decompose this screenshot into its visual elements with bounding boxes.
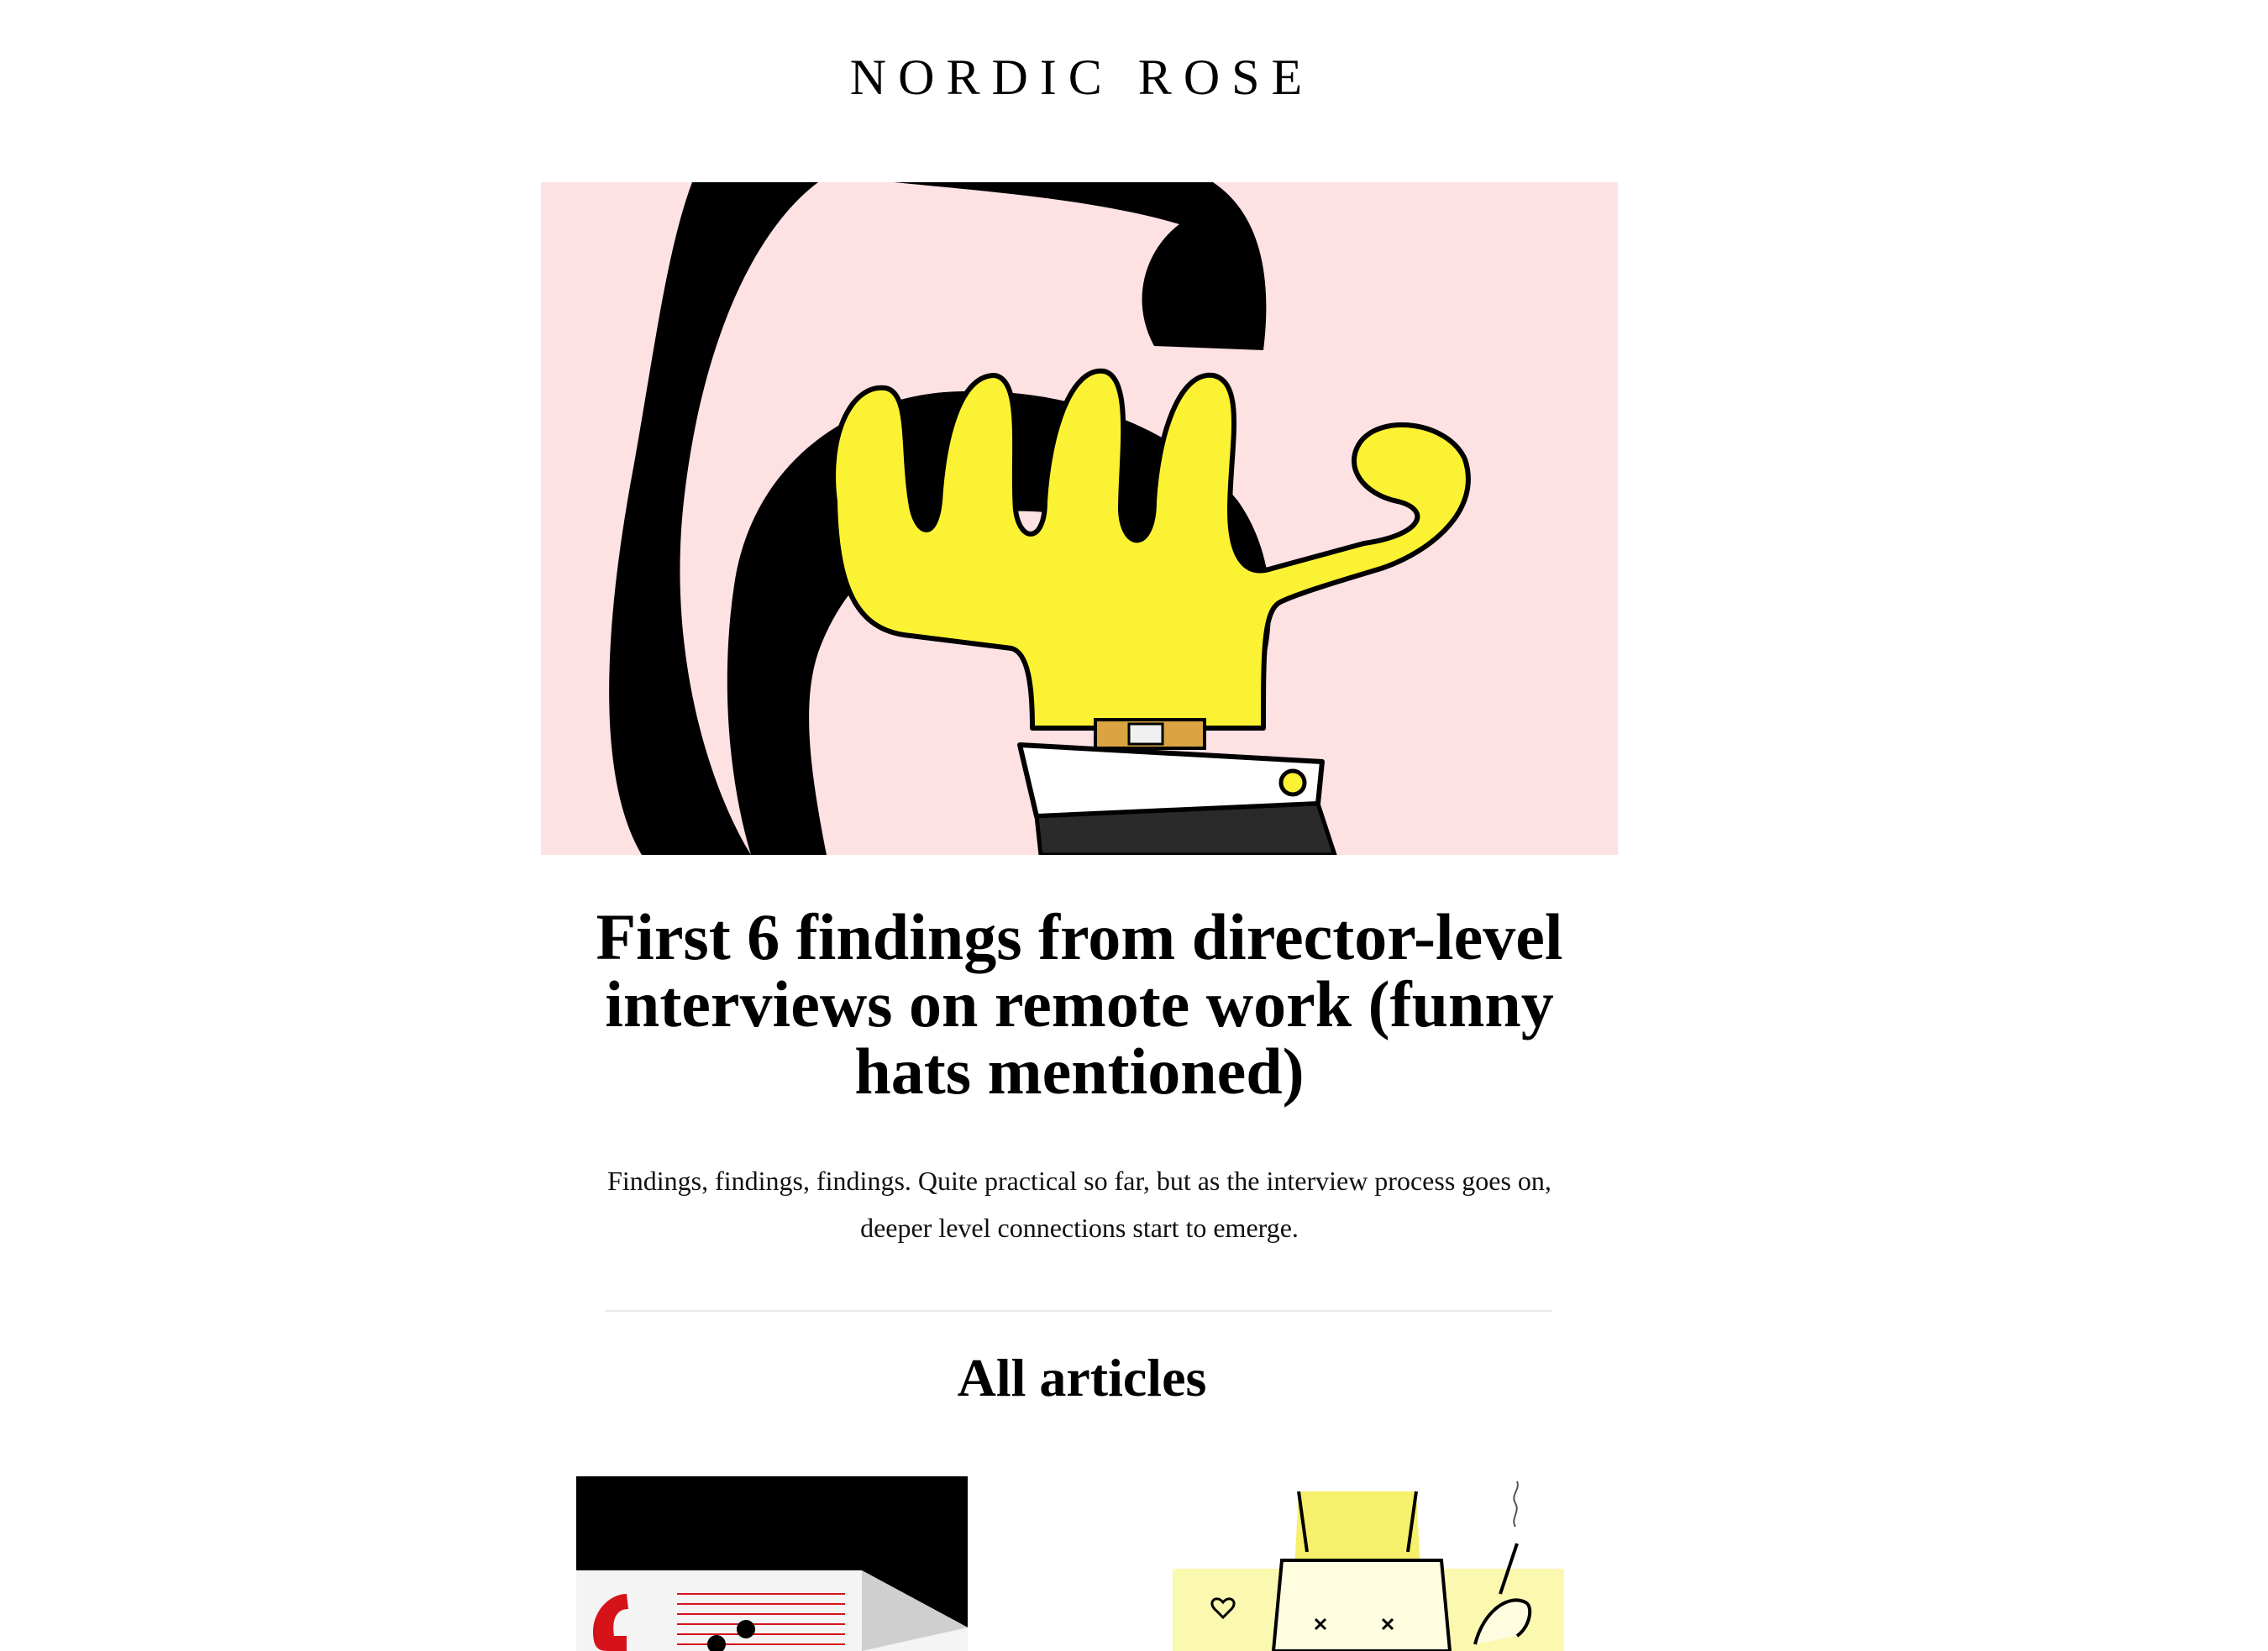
site-title[interactable]: NORDIC ROSE	[0, 49, 2164, 107]
article-thumbnail-illustration	[1173, 1476, 1564, 1651]
section-divider	[605, 1310, 1552, 1312]
article-card-thumbnail[interactable]	[576, 1476, 968, 1651]
featured-article-title[interactable]: First 6 findings from director-level int…	[588, 904, 1571, 1105]
featured-image[interactable]	[541, 182, 1618, 855]
all-articles-heading: All articles	[957, 1348, 1207, 1407]
article-card-thumbnail[interactable]	[1173, 1476, 1564, 1651]
hand-watch-illustration	[541, 182, 1618, 855]
featured-article-summary: Findings, findings, findings. Quite prac…	[607, 1166, 1551, 1243]
article-thumbnail-illustration	[576, 1476, 968, 1651]
